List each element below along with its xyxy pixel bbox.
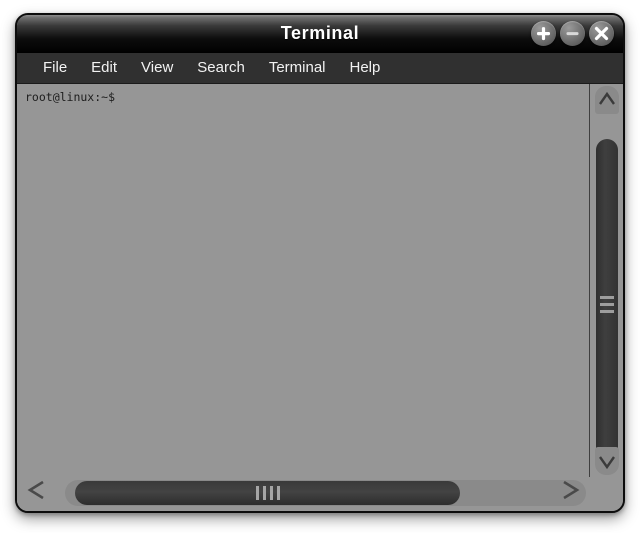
- scrollbar-grip-line: [256, 486, 259, 500]
- scroll-left-button[interactable]: [17, 477, 55, 503]
- scrollbar-grip-line: [263, 486, 266, 500]
- scrollbar-grip-line: [277, 486, 280, 500]
- window-body: root@linux:~$: [17, 84, 623, 511]
- close-button[interactable]: [589, 21, 614, 46]
- chevron-right-icon: [563, 480, 580, 500]
- vertical-scrollbar[interactable]: [591, 84, 623, 477]
- minus-icon: [566, 32, 579, 36]
- window-titlebar[interactable]: Terminal: [17, 15, 623, 53]
- scrollbar-grip-line: [600, 296, 614, 299]
- plus-icon: [537, 27, 550, 41]
- menu-item-view[interactable]: View: [129, 57, 185, 79]
- scrollbar-grip-line: [270, 486, 273, 500]
- minimize-button[interactable]: [560, 21, 585, 46]
- menu-item-terminal[interactable]: Terminal: [257, 57, 338, 79]
- menu-item-help[interactable]: Help: [338, 57, 393, 79]
- scrollbar-grip-line: [600, 303, 614, 306]
- menu-item-search[interactable]: Search: [185, 57, 257, 79]
- window-controls: [531, 21, 614, 46]
- scroll-up-button[interactable]: [595, 86, 619, 114]
- menu-item-edit[interactable]: Edit: [79, 57, 129, 79]
- horizontal-scrollbar[interactable]: [17, 477, 590, 511]
- chevron-down-icon: [599, 456, 615, 470]
- scroll-down-button[interactable]: [595, 447, 619, 475]
- close-icon: [594, 26, 609, 41]
- scroll-right-button[interactable]: [552, 477, 590, 503]
- maximize-button[interactable]: [531, 21, 556, 46]
- terminal-window: Terminal File Edit View Search Terminal …: [15, 13, 625, 513]
- vertical-scrollbar-thumb[interactable]: [596, 139, 618, 469]
- terminal-prompt-line: root@linux:~$: [25, 90, 116, 104]
- scrollbar-grip-line: [600, 310, 614, 313]
- chevron-up-icon: [599, 91, 615, 105]
- terminal-screen[interactable]: root@linux:~$: [17, 84, 590, 477]
- menu-item-file[interactable]: File: [31, 57, 79, 79]
- horizontal-scrollbar-thumb[interactable]: [75, 481, 460, 505]
- menubar: File Edit View Search Terminal Help: [17, 53, 623, 84]
- chevron-left-icon: [27, 480, 44, 500]
